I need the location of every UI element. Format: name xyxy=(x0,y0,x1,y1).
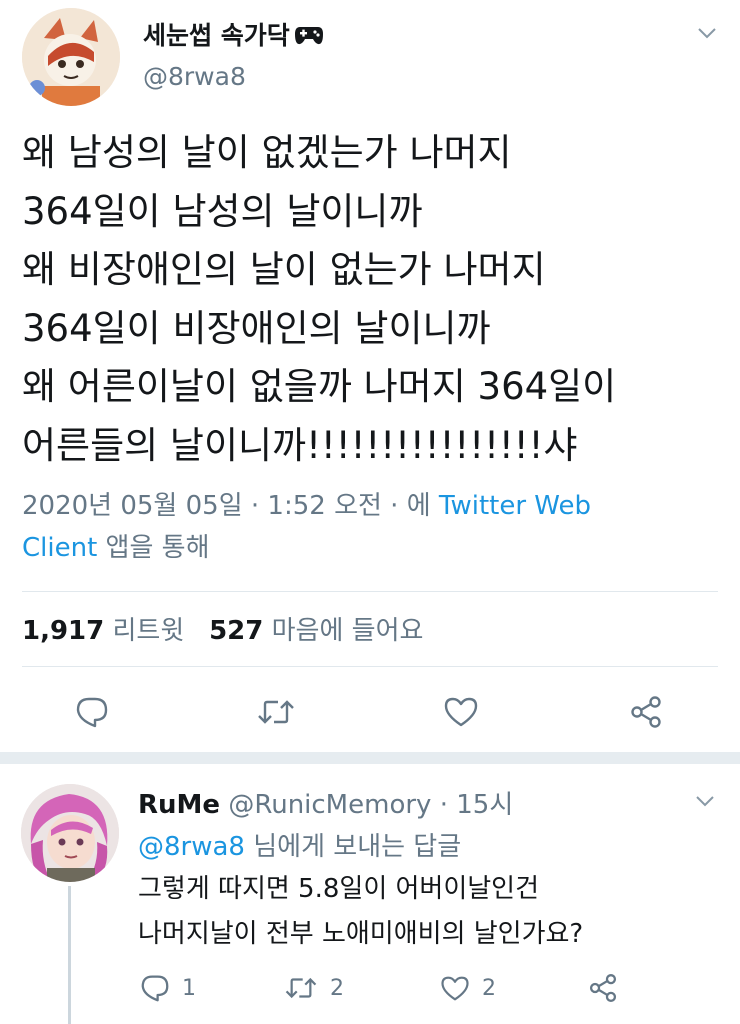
reply-like-button[interactable]: 2 xyxy=(440,968,496,1008)
replying-to: @8rwa8 님에게 보내는 답글 xyxy=(138,826,461,863)
like-button[interactable] xyxy=(441,692,481,732)
retweet-icon xyxy=(258,700,294,724)
main-tweet: 세눈썹 속가닥 @8rwa8 왜 남성의 날이 없겠는가 나머지 364일이 남… xyxy=(0,0,740,752)
tweet-line: 왜 비장애인의 날이 없는가 나머지 xyxy=(22,248,546,291)
reply-retweet-button[interactable]: 2 xyxy=(284,968,344,1008)
tweet-line: 364일이 남성의 날이니까 xyxy=(22,189,423,233)
reply-handle[interactable]: @RunicMemory xyxy=(228,790,431,820)
reply-line: 그렇게 따지면 5.8일이 어버이날인건 xyxy=(138,874,540,904)
chevron-down-icon[interactable] xyxy=(696,22,718,44)
share-icon xyxy=(589,974,617,1002)
source-link[interactable]: Twitter Web xyxy=(439,491,591,521)
tweet-line: 왜 남성의 날이 없겠는가 나머지 xyxy=(22,131,512,174)
reply-name[interactable]: RuMe xyxy=(138,790,220,820)
reply-icon xyxy=(141,975,169,1002)
retweet-label[interactable]: 리트윗 xyxy=(113,616,185,646)
timestamp[interactable]: 2020년 05월 05일 · 1:52 오전 · 에 xyxy=(22,491,431,521)
reply-retweet-count: 2 xyxy=(330,975,344,1001)
display-name[interactable]: 세눈썹 속가닥 xyxy=(143,16,324,52)
reply-reply-button[interactable]: 1 xyxy=(140,968,196,1008)
thread-line xyxy=(68,886,71,1024)
replying-to-suffix: 님에게 보내는 답글 xyxy=(253,832,462,862)
gamepad-icon xyxy=(294,23,324,52)
reply-reply-count: 1 xyxy=(182,975,196,1001)
reply-tweet[interactable]: RuMe @RunicMemory · 15시 @8rwa8 님에게 보내는 답… xyxy=(0,764,740,1024)
handle[interactable]: @8rwa8 xyxy=(143,62,246,91)
divider xyxy=(22,591,718,592)
source-link-cont[interactable]: Client xyxy=(22,533,97,563)
like-icon xyxy=(441,976,469,1000)
reply-header: RuMe @RunicMemory · 15시 xyxy=(138,784,513,821)
reply-avatar[interactable] xyxy=(21,784,119,882)
like-count[interactable]: 527 xyxy=(209,616,263,646)
reply-button[interactable] xyxy=(72,692,112,732)
section-separator xyxy=(0,752,740,764)
divider xyxy=(22,666,718,667)
tweet-line: 왜 어른이날이 없을까 나머지 364일이 xyxy=(22,365,617,408)
tweet-meta: 2020년 05월 05일 · 1:52 오전 · 에 Twitter Web … xyxy=(22,485,722,569)
reply-line: 나머지날이 전부 노애미애비의 날인가요? xyxy=(138,919,584,949)
source-suffix: 앱을 통해 xyxy=(105,533,210,563)
reply-like-count: 2 xyxy=(482,975,496,1001)
reply-share-button[interactable] xyxy=(588,968,618,1008)
display-name-text: 세눈썹 속가닥 xyxy=(143,21,290,50)
like-label[interactable]: 마음에 들어요 xyxy=(272,616,424,646)
retweet-button[interactable] xyxy=(256,692,296,732)
tweet-text: 왜 남성의 날이 없겠는가 나머지 364일이 남성의 날이니까 왜 비장애인의… xyxy=(22,124,732,475)
share-icon xyxy=(631,696,661,728)
like-icon xyxy=(444,697,478,727)
retweet-count[interactable]: 1,917 xyxy=(22,616,104,646)
tweet-stats: 1,917 리트윗 527 마음에 들어요 xyxy=(22,610,423,647)
share-button[interactable] xyxy=(626,692,666,732)
replying-to-handle[interactable]: @8rwa8 xyxy=(138,832,245,862)
reply-icon xyxy=(76,697,108,728)
chevron-down-icon[interactable] xyxy=(694,790,716,812)
reply-time[interactable]: · 15시 xyxy=(440,790,514,820)
avatar[interactable] xyxy=(22,8,120,106)
tweet-line: 364일이 비장애인의 날이니까 xyxy=(22,306,491,350)
tweet-line: 어른들의 날이니까!!!!!!!!!!!!!!!!샤 xyxy=(22,423,578,467)
retweet-icon xyxy=(285,977,317,999)
reply-text: 그렇게 따지면 5.8일이 어버이날인건 나머지날이 전부 노애미애비의 날인가… xyxy=(138,867,583,957)
